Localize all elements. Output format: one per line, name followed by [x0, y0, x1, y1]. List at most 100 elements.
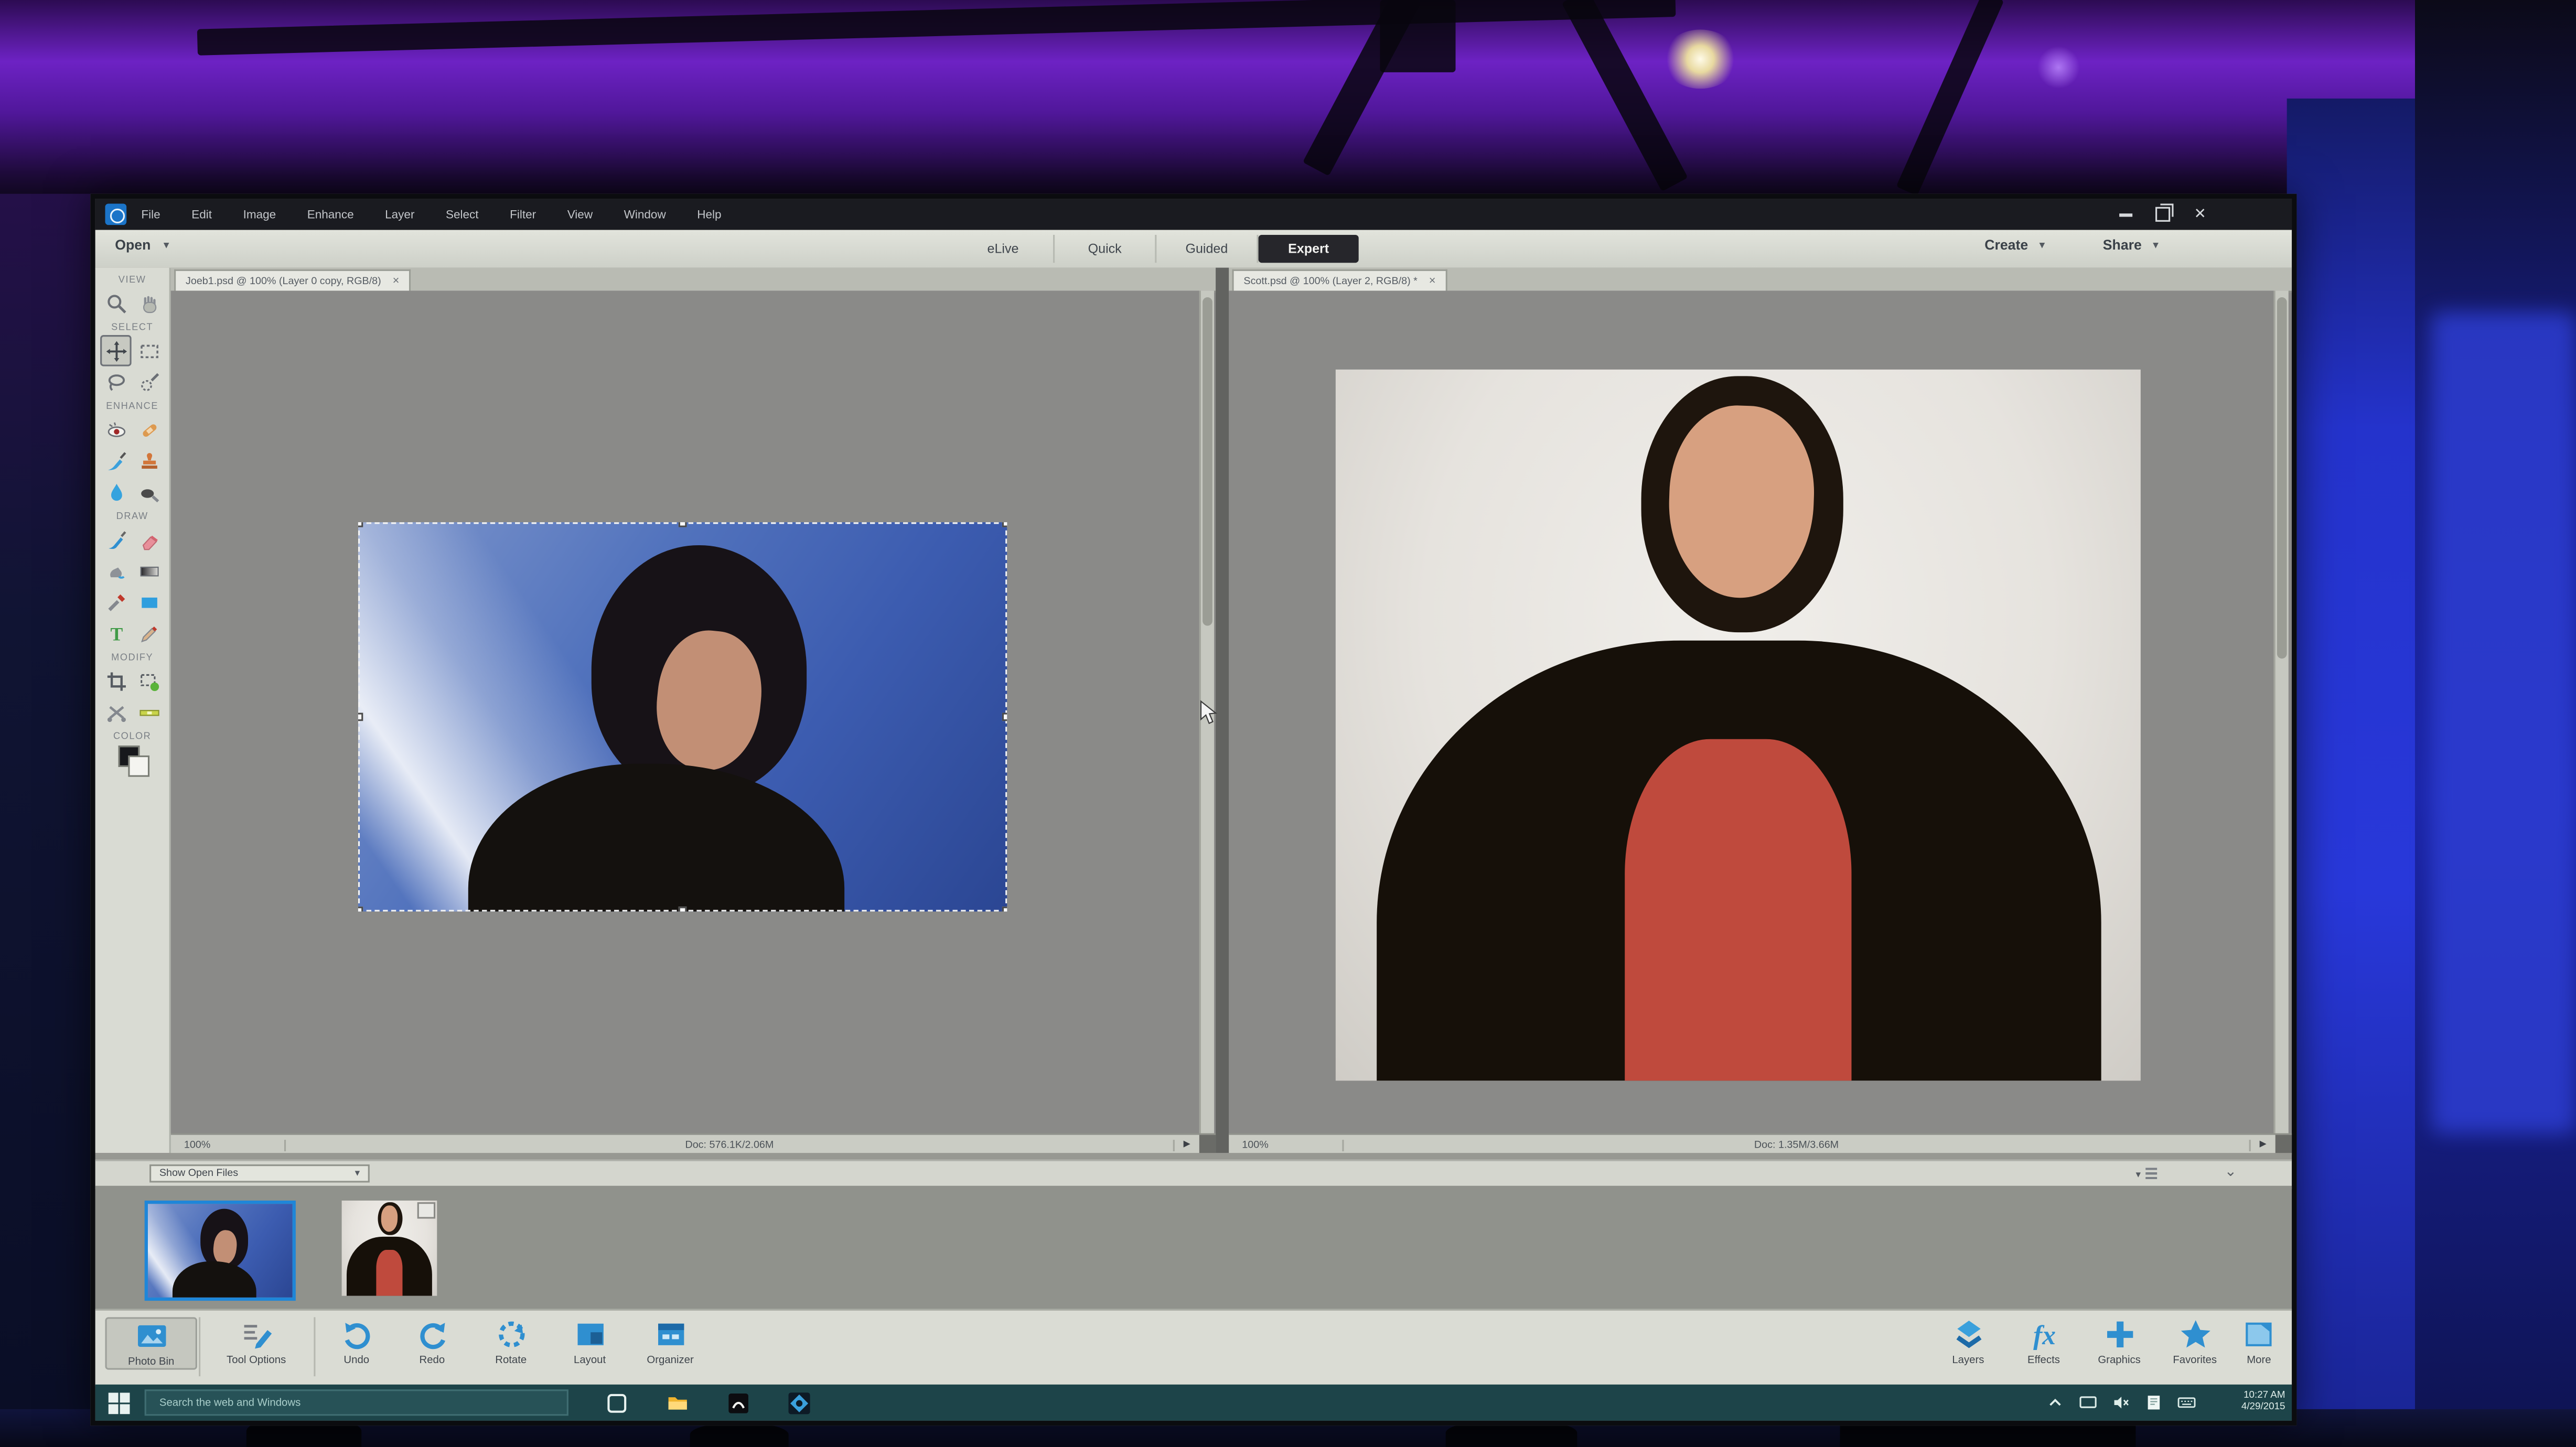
menu-layer[interactable]: Layer [385, 207, 414, 222]
taskbar-clock[interactable]: 10:27 AM 4/29/2015 [2209, 1390, 2285, 1415]
effects-button[interactable]: fx Effects [2011, 1317, 2076, 1366]
selection-handle[interactable] [679, 906, 687, 911]
recompose-tool-icon[interactable] [133, 665, 165, 697]
selection-handle[interactable] [1002, 906, 1007, 911]
scrollbar-thumb[interactable] [2277, 297, 2287, 658]
thumbnail-scott[interactable] [342, 1201, 437, 1296]
right-zoom-level[interactable]: 100% [1229, 1139, 1344, 1150]
left-pane-scrollbar[interactable] [1199, 290, 1214, 1133]
collapse-bin-chevron-icon[interactable]: ⌄ [2225, 1163, 2237, 1181]
selection-handle[interactable] [358, 522, 363, 527]
dark-app-icon[interactable] [726, 1390, 751, 1415]
task-view-icon[interactable] [605, 1390, 629, 1415]
joeb1-photo[interactable] [358, 522, 1007, 911]
selection-handle[interactable] [358, 906, 363, 911]
graphics-button[interactable]: Graphics [2083, 1317, 2155, 1366]
keyboard-icon[interactable] [2177, 1392, 2197, 1412]
selection-handle[interactable] [1002, 522, 1007, 527]
menu-view[interactable]: View [567, 207, 593, 222]
favorites-button[interactable]: Favorites [2159, 1317, 2231, 1366]
show-open-files-dropdown[interactable]: Show Open Files ▾ [149, 1164, 370, 1182]
move-tool-icon[interactable] [100, 335, 132, 366]
photo-bin-button[interactable]: Photo Bin [105, 1317, 197, 1369]
scott-photo[interactable] [1336, 370, 2141, 1081]
status-options-arrow-icon[interactable]: ▶ [1175, 1140, 1199, 1150]
menu-enhance[interactable]: Enhance [307, 207, 354, 222]
selection-handle[interactable] [679, 522, 687, 527]
menu-help[interactable]: Help [697, 207, 721, 222]
scrollbar-thumb[interactable] [1203, 297, 1212, 626]
open-button[interactable]: Open ▾ [115, 236, 169, 253]
left-doc-tab[interactable]: Joeb1.psd @ 100% (Layer 0 copy, RGB/8) × [174, 269, 411, 293]
eyedropper-tool-icon[interactable] [100, 586, 132, 618]
more-button[interactable]: More [2234, 1317, 2283, 1366]
sponge-tool-icon[interactable] [133, 476, 165, 507]
pencil-tool-icon[interactable] [133, 618, 165, 649]
tab-elive[interactable]: eLive [953, 235, 1055, 263]
red-eye-tool-icon[interactable] [100, 414, 132, 445]
menu-select[interactable]: Select [446, 207, 479, 222]
lasso-tool-icon[interactable] [100, 366, 132, 398]
share-button[interactable]: Share ▾ [2103, 236, 2158, 253]
start-button[interactable] [109, 1392, 130, 1413]
brush-tool-icon[interactable] [100, 524, 132, 555]
type-tool-icon[interactable]: T [100, 618, 132, 649]
content-aware-move-tool-icon[interactable] [100, 696, 132, 728]
tool-options-button[interactable]: Tool Options [206, 1317, 307, 1366]
undo-button[interactable]: Undo [325, 1317, 388, 1366]
file-explorer-icon[interactable] [666, 1390, 690, 1415]
volume-muted-icon[interactable] [2111, 1392, 2131, 1412]
blur-tool-icon[interactable] [100, 476, 132, 507]
gradient-tool-icon[interactable] [133, 555, 165, 587]
right-pane-scrollbar[interactable] [2274, 290, 2289, 1133]
marquee-tool-icon[interactable] [133, 335, 165, 366]
close-button[interactable]: ✕ [2194, 207, 2207, 222]
tab-quick[interactable]: Quick [1055, 235, 1156, 263]
spot-healing-tool-icon[interactable] [133, 414, 165, 445]
rotate-button[interactable]: Rotate [476, 1317, 545, 1366]
thumbnail-joeb1[interactable] [145, 1201, 296, 1301]
minimize-button[interactable] [2120, 213, 2133, 216]
right-canvas[interactable] [1229, 290, 2273, 1133]
tab-guided[interactable]: Guided [1156, 235, 1258, 263]
selection-handle[interactable] [358, 713, 363, 721]
left-canvas[interactable] [171, 290, 1199, 1133]
straighten-tool-icon[interactable] [133, 696, 165, 728]
foreground-background-swatches[interactable] [117, 746, 147, 775]
tab-expert[interactable]: Expert [1259, 235, 1359, 263]
taskbar-search-input[interactable]: Search the web and Windows [145, 1389, 568, 1416]
right-doc-tab[interactable]: Scott.psd @ 100% (Layer 2, RGB/8) * × [1232, 269, 1447, 293]
left-zoom-level[interactable]: 100% [171, 1139, 286, 1150]
create-button[interactable]: Create ▾ [1984, 236, 2044, 253]
clone-stamp-tool-icon[interactable] [133, 445, 165, 477]
quick-selection-tool-icon[interactable] [133, 366, 165, 398]
tray-chevron-up-icon[interactable] [2045, 1392, 2065, 1412]
layout-button[interactable]: Layout [559, 1317, 621, 1366]
tab-close-icon[interactable]: × [393, 276, 400, 287]
background-color-swatch[interactable] [127, 755, 149, 777]
smart-brush-tool-icon[interactable] [100, 445, 132, 477]
menu-file[interactable]: File [141, 207, 160, 222]
notes-icon[interactable] [2144, 1392, 2164, 1412]
layers-button[interactable]: Layers [1932, 1317, 2004, 1366]
pane-divider[interactable] [1216, 268, 1229, 1153]
redo-button[interactable]: Redo [401, 1317, 463, 1366]
shape-tool-icon[interactable] [133, 586, 165, 618]
eraser-tool-icon[interactable] [133, 524, 165, 555]
smudge-tool-icon[interactable] [100, 555, 132, 587]
hand-tool-icon[interactable] [133, 287, 165, 319]
tab-close-icon[interactable]: × [1429, 276, 1436, 287]
restore-button[interactable] [2156, 207, 2171, 222]
menu-window[interactable]: Window [624, 207, 666, 222]
photoshop-elements-taskbar-icon[interactable] [787, 1390, 812, 1415]
zoom-tool-icon[interactable] [100, 287, 132, 319]
menu-image[interactable]: Image [243, 207, 276, 222]
display-icon[interactable] [2078, 1392, 2098, 1412]
bin-menu-icon[interactable]: ▾ [2135, 1168, 2157, 1181]
selection-handle[interactable] [1002, 713, 1007, 721]
crop-tool-icon[interactable] [100, 665, 132, 697]
menu-edit[interactable]: Edit [191, 207, 212, 222]
menu-filter[interactable]: Filter [510, 207, 536, 222]
organizer-button[interactable]: Organizer [631, 1317, 710, 1366]
status-options-arrow-icon[interactable]: ▶ [2251, 1140, 2276, 1150]
